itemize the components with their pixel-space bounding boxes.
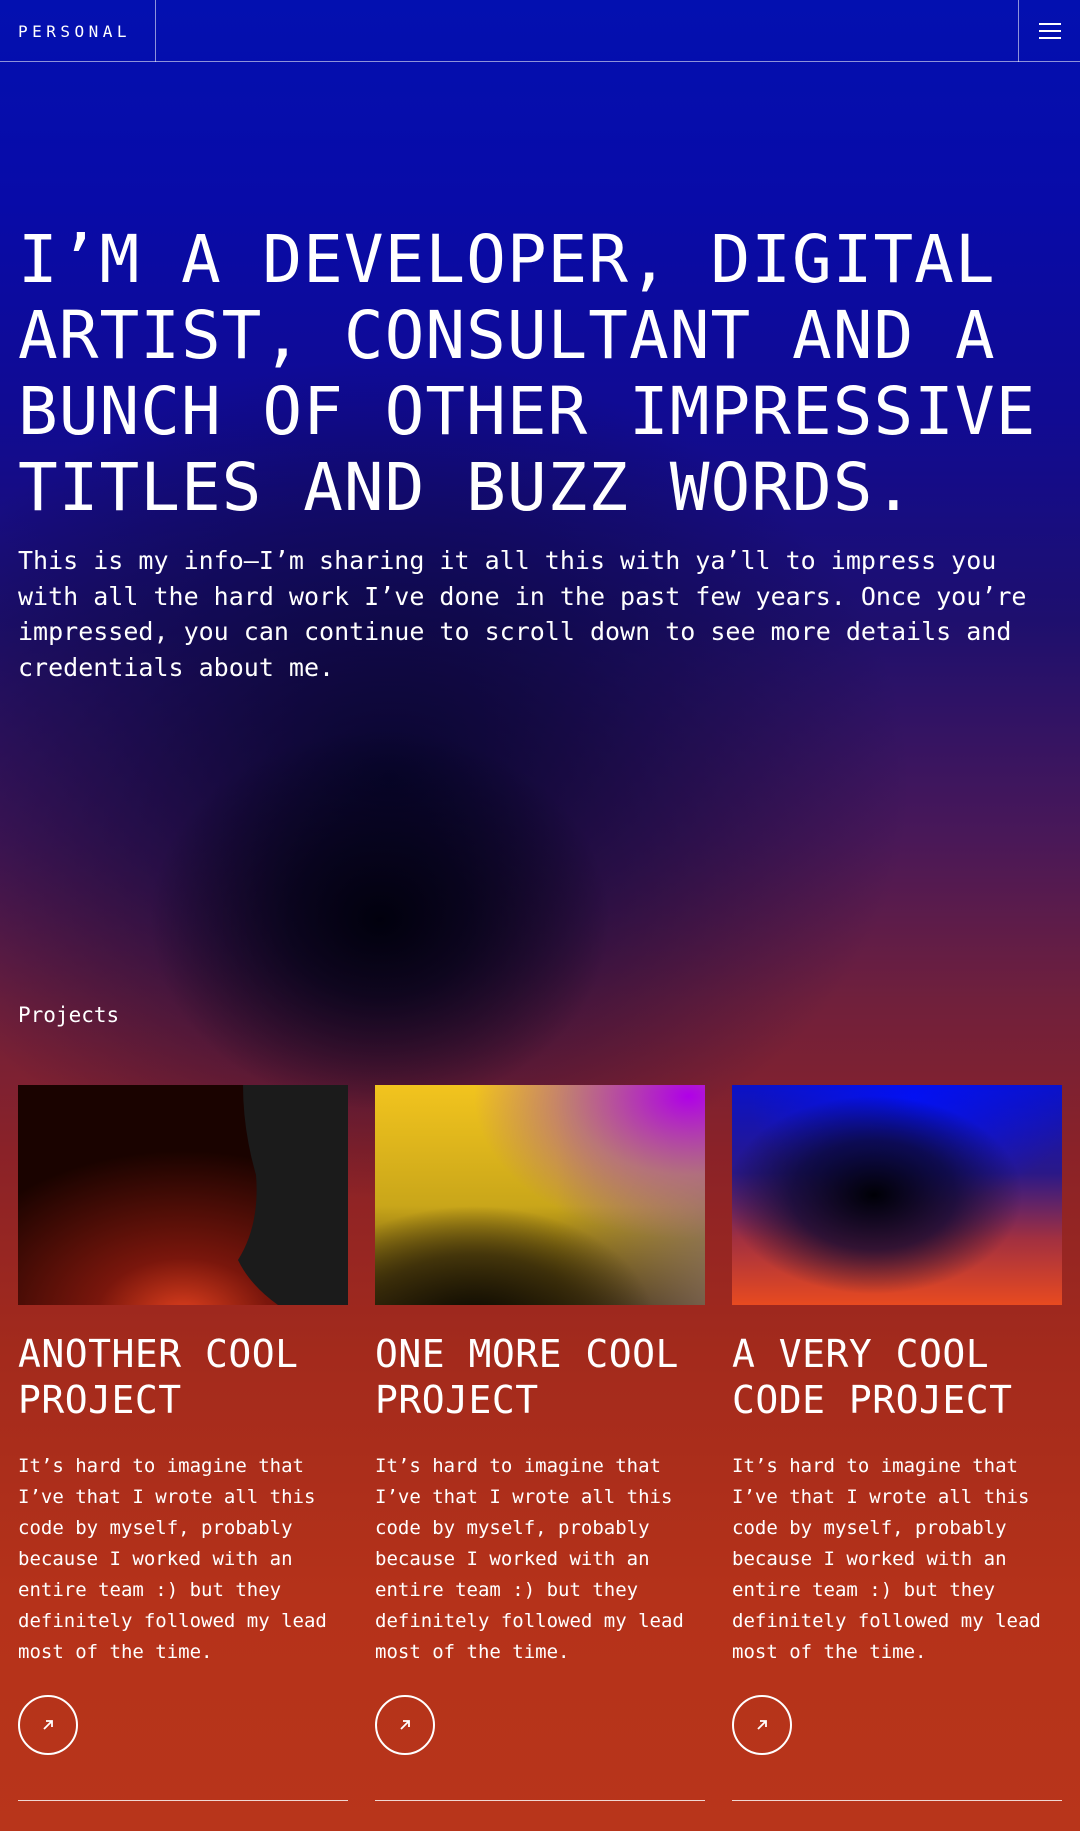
project-card: A VERY COOL CODE PROJECT It’s hard to im… bbox=[732, 1085, 1062, 1801]
project-link-button[interactable] bbox=[18, 1695, 78, 1755]
project-thumbnail-image[interactable] bbox=[18, 1085, 348, 1305]
project-link-button[interactable] bbox=[375, 1695, 435, 1755]
project-card: ANOTHER COOL PROJECT It’s hard to imagin… bbox=[18, 1085, 348, 1801]
card-divider bbox=[375, 1800, 705, 1801]
project-description: It’s hard to imagine that I’ve that I wr… bbox=[375, 1455, 684, 1663]
card-divider bbox=[732, 1800, 1062, 1801]
project-description: It’s hard to imagine that I’ve that I wr… bbox=[18, 1455, 327, 1663]
hero-title: I’M A DEVELOPER, DIGITAL ARTIST, CONSULT… bbox=[18, 221, 1037, 526]
project-link-button[interactable] bbox=[732, 1695, 792, 1755]
arrow-up-right-icon bbox=[43, 1720, 53, 1730]
project-thumbnail-image[interactable] bbox=[732, 1085, 1062, 1305]
project-description: It’s hard to imagine that I’ve that I wr… bbox=[732, 1455, 1041, 1663]
hamburger-menu-icon bbox=[1038, 23, 1061, 39]
project-card: ONE MORE COOL PROJECT It’s hard to imagi… bbox=[375, 1085, 705, 1801]
card-divider bbox=[18, 1800, 348, 1801]
top-navigation-bar: PERSONAL bbox=[0, 0, 1080, 62]
projects-section-label: Projects bbox=[18, 1003, 120, 1027]
project-title: ANOTHER COOL PROJECT bbox=[18, 1332, 299, 1422]
menu-button[interactable] bbox=[1018, 0, 1080, 62]
project-title: ONE MORE COOL PROJECT bbox=[375, 1332, 679, 1422]
arrow-up-right-icon bbox=[757, 1720, 767, 1730]
project-thumbnail-image[interactable] bbox=[375, 1085, 705, 1305]
project-title: A VERY COOL CODE PROJECT bbox=[732, 1332, 1013, 1422]
brand-logo[interactable]: PERSONAL bbox=[0, 0, 156, 62]
hero-intro-text: This is my info—I’m sharing it all this … bbox=[18, 546, 1027, 682]
arrow-up-right-icon bbox=[400, 1720, 410, 1730]
